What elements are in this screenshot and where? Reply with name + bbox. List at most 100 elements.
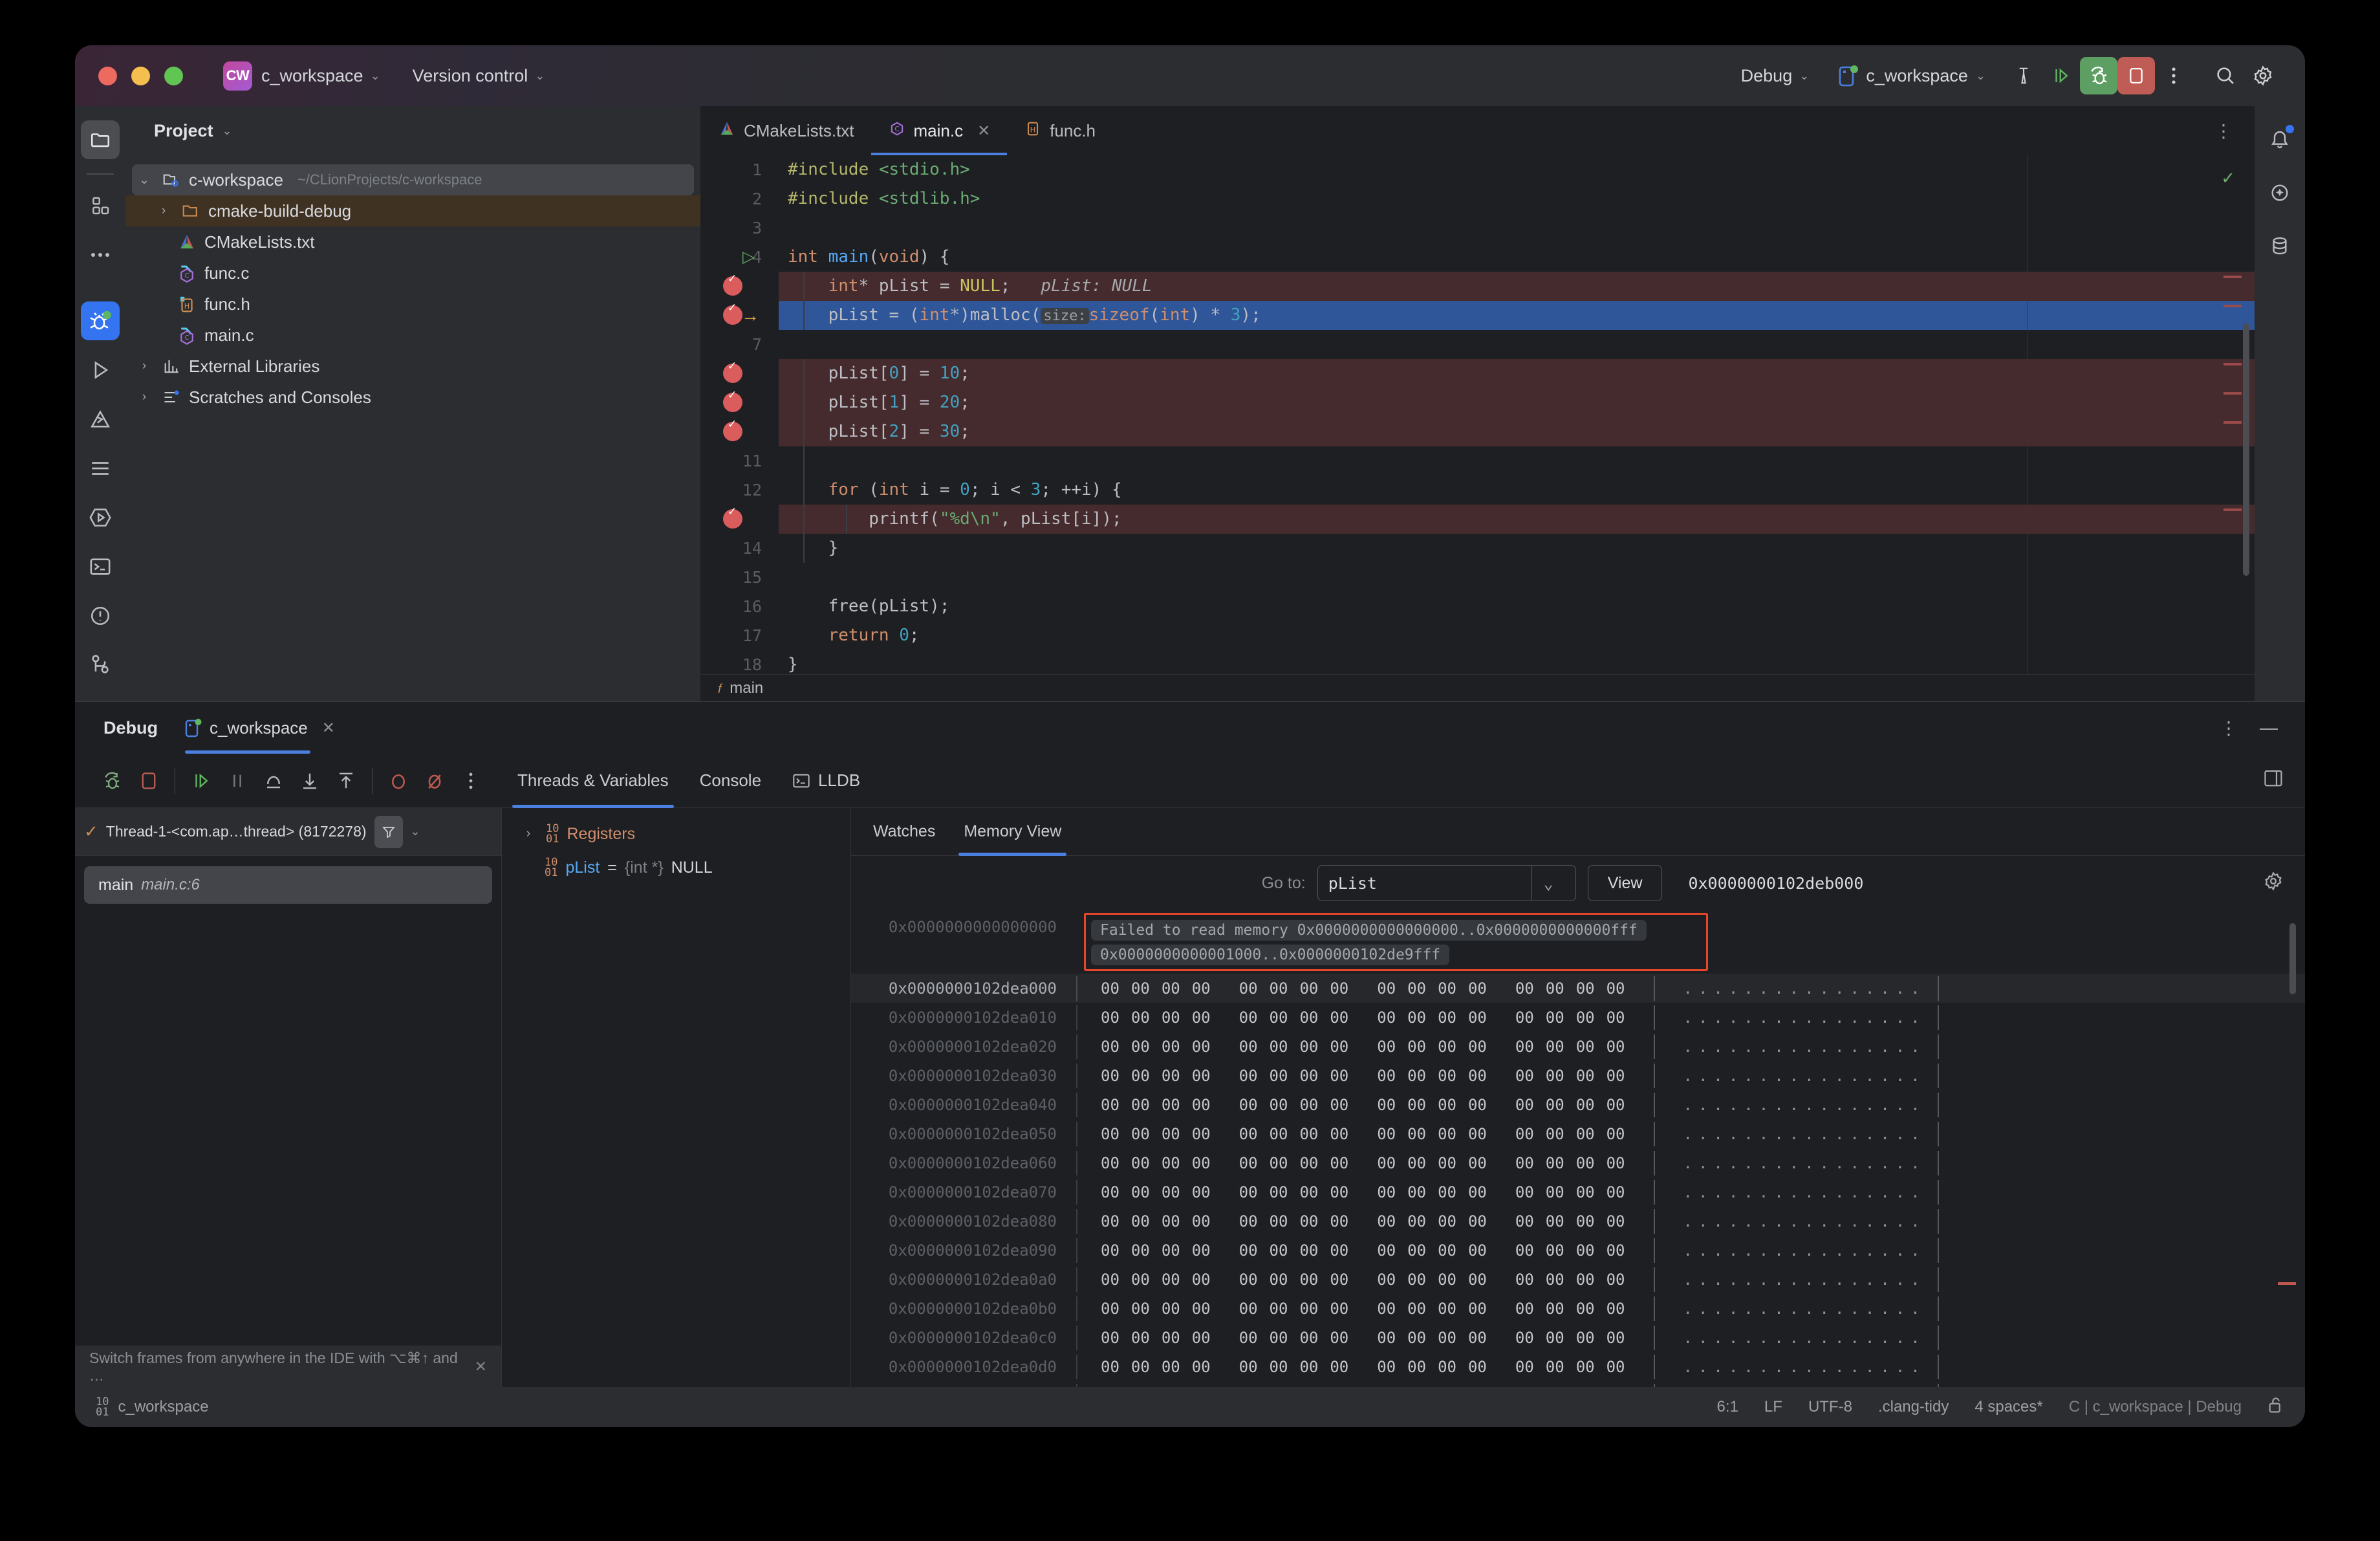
memory-byte[interactable]: 00 (1192, 1096, 1211, 1114)
notifications-button[interactable] (2260, 120, 2299, 159)
memory-byte[interactable]: 00 (1515, 1387, 1534, 1388)
close-icon[interactable]: ✕ (475, 1358, 487, 1375)
memory-byte[interactable]: 00 (1606, 1212, 1625, 1230)
memory-byte[interactable]: 00 (1468, 1096, 1487, 1114)
memory-byte[interactable]: 00 (1299, 1067, 1318, 1085)
memory-byte[interactable]: 00 (1407, 1038, 1426, 1056)
memory-byte[interactable]: 00 (1546, 1009, 1564, 1027)
memory-byte[interactable]: 00 (1407, 1183, 1426, 1201)
memory-byte[interactable]: 00 (1299, 979, 1318, 998)
breakpoint-icon[interactable] (723, 301, 742, 325)
memory-byte[interactable]: 00 (1407, 1067, 1426, 1085)
memory-byte[interactable]: 00 (1131, 979, 1150, 998)
memory-byte[interactable]: 00 (1407, 979, 1426, 998)
memory-byte[interactable]: 00 (1377, 1038, 1396, 1056)
memory-byte[interactable]: 00 (1377, 979, 1396, 998)
debug-session-tab[interactable]: c_workspace ✕ (185, 702, 335, 754)
debug-layout-settings-button[interactable] (2264, 769, 2283, 792)
memory-byte[interactable]: 00 (1131, 1038, 1150, 1056)
read-only-toggle[interactable] (2267, 1396, 2284, 1419)
memory-byte[interactable]: 00 (1438, 1329, 1456, 1347)
memory-row[interactable]: 0x0000000102dea020 00 00 00 00 00 00 00 00 00 00 00… (851, 1032, 2305, 1061)
memory-byte[interactable]: 00 (1606, 1329, 1625, 1347)
memory-byte[interactable]: 00 (1162, 1212, 1180, 1230)
memory-byte[interactable]: 00 (1515, 1271, 1534, 1289)
memory-byte[interactable]: 00 (1468, 1009, 1487, 1027)
run-target-selector[interactable]: c_workspace ⌄ (1839, 65, 1985, 87)
memory-byte[interactable]: 00 (1515, 1067, 1534, 1085)
chevron-down-icon[interactable]: ⌄ (1531, 866, 1565, 901)
goto-address-input[interactable]: pList ⌄ (1317, 865, 1576, 901)
memory-byte[interactable]: 00 (1515, 1241, 1534, 1260)
caret-position[interactable]: 6:1 (1717, 1398, 1738, 1416)
memory-byte[interactable]: 00 (1131, 1125, 1150, 1143)
rerun-debug-button[interactable] (94, 763, 131, 799)
memory-byte[interactable]: 00 (1515, 1358, 1534, 1376)
memory-byte[interactable]: 00 (1377, 1329, 1396, 1347)
minimize-debug-panel-button[interactable]: — (2260, 717, 2278, 739)
memory-byte[interactable]: 00 (1101, 1241, 1120, 1260)
memory-byte[interactable]: 00 (1270, 1271, 1288, 1289)
view-memory-button[interactable]: View (1587, 865, 1663, 901)
memory-byte[interactable]: 00 (1546, 979, 1564, 998)
memory-byte[interactable]: 00 (1330, 1329, 1348, 1347)
file-encoding[interactable]: UTF-8 (1808, 1398, 1852, 1416)
memory-byte[interactable]: 00 (1131, 1154, 1150, 1172)
sidebar-item-todo[interactable] (81, 449, 120, 488)
memory-byte[interactable]: 00 (1515, 1212, 1534, 1230)
breakpoint-icon[interactable] (723, 418, 742, 441)
memory-byte[interactable]: 00 (1377, 1212, 1396, 1230)
memory-byte[interactable]: 00 (1101, 1009, 1120, 1027)
memory-row[interactable]: 0x0000000102dea0e00000000000000000000000… (851, 1381, 2305, 1387)
stop-button[interactable] (2117, 57, 2155, 94)
memory-byte[interactable]: 00 (1239, 1329, 1258, 1347)
editor-gutter[interactable]: 1 2 3 4 ▷ → 7 11 12 14 15 (701, 155, 779, 674)
memory-byte[interactable]: 00 (1468, 1271, 1487, 1289)
memory-byte[interactable]: 00 (1239, 1125, 1258, 1143)
frame-item[interactable]: main main.c:6 (84, 866, 492, 904)
memory-byte[interactable]: 00 (1162, 1300, 1180, 1318)
memory-byte[interactable]: 00 (1299, 1125, 1318, 1143)
memory-byte[interactable]: 00 (1606, 1241, 1625, 1260)
memory-byte[interactable]: 00 (1101, 1329, 1120, 1347)
memory-byte[interactable]: 00 (1330, 1300, 1348, 1318)
tree-node-main-c[interactable]: C main.c (125, 320, 700, 351)
breakpoint-icon[interactable] (723, 272, 742, 296)
memory-row[interactable]: 0x0000000102dea0a0 00 00 00 00 00 00 00 00 00 00 00… (851, 1265, 2305, 1294)
memory-byte[interactable]: 00 (1270, 1009, 1288, 1027)
memory-settings-button[interactable] (2264, 871, 2283, 895)
memory-row[interactable]: 0x0000000102dea0b0 00 00 00 00 00 00 00 00 00 00 00… (851, 1294, 2305, 1323)
memory-byte[interactable]: 00 (1330, 1358, 1348, 1376)
memory-byte[interactable]: 00 (1438, 1387, 1456, 1388)
chevron-right-icon[interactable]: › (135, 359, 154, 373)
close-icon[interactable]: ✕ (977, 122, 990, 140)
sidebar-item-more[interactable] (81, 235, 120, 274)
memory-byte[interactable]: 00 (1407, 1009, 1426, 1027)
memory-byte[interactable]: 00 (1468, 1329, 1487, 1347)
memory-byte[interactable]: 00 (1377, 1271, 1396, 1289)
memory-byte[interactable]: 00 (1468, 1154, 1487, 1172)
memory-byte[interactable]: 00 (1101, 1271, 1120, 1289)
more-actions-button[interactable] (2155, 57, 2192, 94)
memory-byte[interactable]: 00 (1239, 1358, 1258, 1376)
tab-cmakelists[interactable]: CMakeLists.txt (701, 106, 871, 155)
memory-row[interactable]: 0x0000000102dea050 00 00 00 00 00 00 00 00 00 00 00… (851, 1119, 2305, 1148)
memory-byte[interactable]: 00 (1101, 1096, 1120, 1114)
memory-byte[interactable]: 00 (1299, 1212, 1318, 1230)
sidebar-item-alerts[interactable] (81, 596, 120, 635)
memory-byte[interactable]: 00 (1299, 1096, 1318, 1114)
memory-byte[interactable]: 00 (1270, 1096, 1288, 1114)
memory-byte[interactable]: 00 (1546, 1212, 1564, 1230)
memory-byte[interactable]: 00 (1468, 1241, 1487, 1260)
pause-program-button[interactable] (219, 763, 255, 799)
memory-byte[interactable]: 00 (1299, 1038, 1318, 1056)
memory-byte[interactable]: 00 (1270, 1358, 1288, 1376)
project-panel-header[interactable]: Project ⌄ (125, 106, 700, 155)
memory-byte[interactable]: 00 (1576, 1300, 1595, 1318)
memory-byte[interactable]: 00 (1576, 1096, 1595, 1114)
memory-row[interactable]: 0x0000000102dea030 00 00 00 00 00 00 00 00 00 00 00… (851, 1061, 2305, 1090)
sidebar-item-services[interactable] (81, 498, 120, 537)
memory-byte[interactable]: 00 (1468, 979, 1487, 998)
indent-setting[interactable]: 4 spaces* (1974, 1398, 2042, 1416)
memory-byte[interactable]: 00 (1438, 1125, 1456, 1143)
